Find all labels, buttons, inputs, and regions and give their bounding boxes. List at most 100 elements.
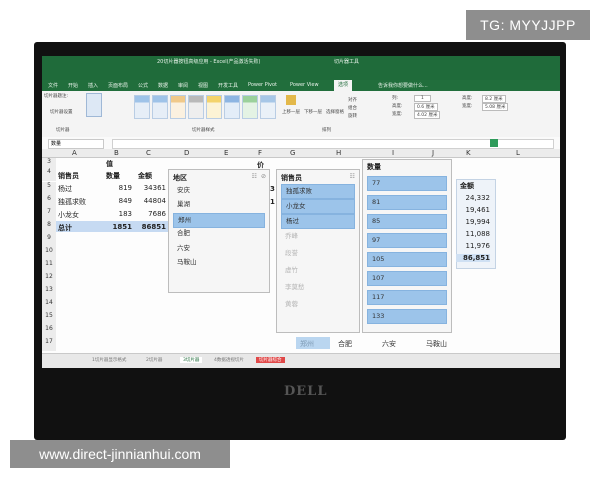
amount-value[interactable]: 24,332	[456, 194, 491, 202]
green-app-icon[interactable]	[490, 139, 498, 147]
multi-select-icon[interactable]: ☷	[350, 173, 355, 180]
amount-value[interactable]: 11,976	[456, 242, 491, 250]
slicer-style-1[interactable]	[134, 95, 150, 119]
slicer-item-huangrong[interactable]: 黄蓉	[281, 298, 353, 311]
slicer-style-6[interactable]	[224, 95, 240, 119]
sheet-tab[interactable]: 4数据透视切片	[214, 357, 244, 363]
col-header-a[interactable]: A	[72, 149, 77, 157]
pivot-row-amount[interactable]: 34361	[134, 184, 166, 192]
button-height-input[interactable]: 0.6 厘米	[414, 103, 438, 111]
pivot-col-salesperson[interactable]: 销售员	[58, 171, 79, 181]
slicer-item-maanshan[interactable]: 马鞍山	[173, 256, 263, 269]
stray-cell-f6[interactable]: 1	[270, 198, 275, 206]
col-header-j[interactable]: J	[432, 149, 434, 157]
pivot-row-qty[interactable]: 819	[102, 184, 132, 192]
slicer-item-qty[interactable]: 97	[367, 233, 447, 248]
row-header-13[interactable]: 13	[42, 286, 56, 299]
pivot-total-qty[interactable]: 1851	[102, 223, 132, 231]
row-header-16[interactable]: 16	[42, 325, 56, 338]
slicer-item-zhengzhou[interactable]: 郑州	[173, 213, 265, 228]
row-header-14[interactable]: 14	[42, 299, 56, 312]
formula-input[interactable]	[112, 139, 554, 149]
pivot-total-label[interactable]: 总计	[58, 223, 72, 233]
row-header-17[interactable]: 17	[42, 338, 56, 351]
slicer-item-qty[interactable]: 81	[367, 195, 447, 210]
report-connections-button[interactable]	[86, 93, 102, 117]
tab-options[interactable]: 选项	[334, 80, 353, 91]
col-header-b[interactable]: B	[114, 149, 119, 157]
slicer-item-qty[interactable]: 107	[367, 271, 447, 286]
slicer-item-yangguo[interactable]: 杨过	[281, 214, 355, 229]
sheet-tab[interactable]: 1切片器显示格式	[92, 357, 126, 363]
pivot-row-qty[interactable]: 849	[102, 197, 132, 205]
amount-value[interactable]: 11,088	[456, 230, 491, 238]
columns-input[interactable]: 1	[414, 95, 431, 102]
slicer-style-4[interactable]	[188, 95, 204, 119]
slicer-item-xiaolongnv[interactable]: 小龙女	[281, 199, 355, 214]
tab-power-view[interactable]: Power View	[290, 82, 319, 88]
col-header-k[interactable]: K	[466, 149, 471, 157]
col-header-f[interactable]: F	[258, 149, 262, 157]
size-height-input[interactable]: 8.2 厘米	[482, 95, 506, 103]
slicer-style-3[interactable]	[170, 95, 186, 119]
size-width-input[interactable]: 5.08 厘米	[482, 103, 509, 111]
pivot-value-header[interactable]: 值	[106, 159, 113, 169]
slicer-item-hefei[interactable]: 合肥	[173, 227, 263, 240]
pivot-total-amount[interactable]: 86851	[134, 223, 166, 231]
slicer-style-5[interactable]	[206, 95, 222, 119]
tab-data[interactable]: 数据	[158, 82, 168, 89]
amount-header[interactable]: 金额	[460, 181, 474, 191]
tell-me-box[interactable]: 告诉我你想要做什么...	[378, 82, 428, 89]
sheet-tab[interactable]: 切片器综合	[256, 357, 285, 363]
pivot-row-name[interactable]: 杨过	[58, 184, 72, 194]
row-header-7[interactable]: 7	[42, 208, 56, 221]
row-header-6[interactable]: 6	[42, 195, 56, 208]
bring-forward-icon[interactable]	[286, 95, 296, 105]
col-header-e[interactable]: E	[224, 149, 228, 157]
col-header-g[interactable]: G	[290, 149, 295, 157]
row-header-9[interactable]: 9	[42, 234, 56, 247]
row-header-5[interactable]: 5	[42, 182, 56, 195]
row-header-12[interactable]: 12	[42, 273, 56, 286]
slicer-item-limochou[interactable]: 李莫愁	[281, 281, 353, 294]
col-header-i[interactable]: I	[392, 149, 394, 157]
selection-pane-button[interactable]: 选择窗格	[326, 109, 344, 115]
pivot-col-amount[interactable]: 金额	[138, 171, 152, 181]
slicer-item-xuzhu[interactable]: 虚竹	[281, 264, 353, 277]
sheet-tab-active[interactable]: 3切片器	[180, 357, 203, 363]
row-header-10[interactable]: 10	[42, 247, 56, 260]
tab-file[interactable]: 文件	[48, 82, 58, 89]
row-header-11[interactable]: 11	[42, 260, 56, 273]
tab-review[interactable]: 审阅	[178, 82, 188, 89]
row-header-4[interactable]: 4	[42, 168, 56, 181]
slicer-item-qty[interactable]: 77	[367, 176, 447, 191]
pivot-row-amount[interactable]: 7686	[134, 210, 166, 218]
slicer-item-qty[interactable]: 133	[367, 309, 447, 324]
row-header-8[interactable]: 8	[42, 221, 56, 234]
col-header-c[interactable]: C	[146, 149, 151, 157]
pivot-row-amount[interactable]: 44804	[134, 197, 166, 205]
tab-view[interactable]: 视图	[198, 82, 208, 89]
multi-select-icon[interactable]: ☷	[252, 173, 257, 180]
slicer-item-qty[interactable]: 85	[367, 214, 447, 229]
slicer-item-qty[interactable]: 117	[367, 290, 447, 305]
group-button[interactable]: 组合	[348, 105, 357, 111]
slicer-item-chaohu[interactable]: 巢湖	[173, 198, 263, 211]
slicer-style-8[interactable]	[260, 95, 276, 119]
pivot-col-qty[interactable]: 数量	[106, 171, 120, 181]
tab-page-layout[interactable]: 页面布局	[108, 82, 128, 89]
amount-value[interactable]: 19,994	[456, 218, 491, 226]
slicer-item-duanyu[interactable]: 段誉	[281, 247, 353, 260]
salesperson-slicer[interactable]: 销售员 ☷ 独孤求败 小龙女 杨过 乔峰 段誉 虚竹 李莫愁 黄蓉	[276, 169, 360, 333]
name-box[interactable]: 数量	[48, 139, 104, 149]
bring-forward-button[interactable]: 上移一层	[282, 109, 300, 115]
tab-insert[interactable]: 插入	[88, 82, 98, 89]
region-slicer[interactable]: 地区 ☷ ⊘ 安庆 巢湖 郑州 合肥 六安 马鞍山	[168, 169, 270, 293]
send-backward-button[interactable]: 下移一层	[304, 109, 322, 115]
pivot-row-name[interactable]: 小龙女	[58, 210, 79, 220]
amount-value[interactable]: 19,461	[456, 206, 491, 214]
slicer-item-qiaofeng[interactable]: 乔峰	[281, 230, 353, 243]
slicer-item-dugu[interactable]: 独孤求败	[281, 184, 355, 199]
tab-home[interactable]: 开始	[68, 82, 78, 89]
slicer-style-7[interactable]	[242, 95, 258, 119]
